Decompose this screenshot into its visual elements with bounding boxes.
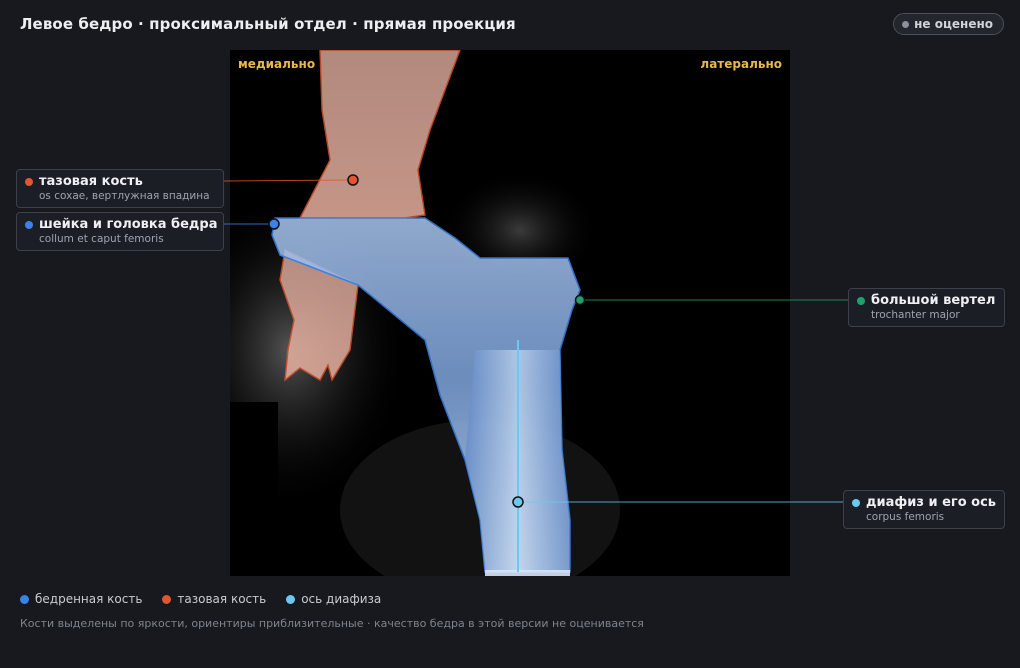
xray-viewer[interactable]: медиально латерально	[230, 50, 790, 576]
footnote: Кости выделены по яркости, ориентиры при…	[20, 617, 644, 630]
legend-label: тазовая кость	[177, 592, 267, 606]
shaft-dot-icon	[852, 499, 860, 507]
page-title: Левое бедро · проксимальный отдел · прям…	[20, 15, 516, 33]
pelvis-dot-icon	[25, 178, 33, 186]
label-trochanter-latin: trochanter major	[871, 309, 960, 321]
label-trochanter-name: большой вертел	[871, 293, 996, 308]
axis-swatch-icon	[286, 594, 296, 604]
pelvis-upper-region	[298, 50, 461, 219]
xray-image	[230, 50, 620, 576]
label-shaft[interactable]: диафиз и его ось corpus femoris	[843, 490, 1005, 529]
status-dot-icon	[902, 20, 910, 28]
label-neck-name: шейка и головка бедра	[39, 217, 218, 232]
label-pelvis-latin: os coxae, вертлужная впадина	[39, 190, 210, 202]
pelvis-swatch-icon	[162, 594, 172, 604]
label-shaft-name: диафиз и его ось	[866, 495, 997, 510]
status-badge: не оценено	[893, 13, 1004, 35]
legend-item-axis: ось диафиза	[286, 592, 381, 606]
legend-item-pelvis: тазовая кость	[162, 592, 266, 606]
label-trochanter[interactable]: большой вертел trochanter major	[848, 288, 1005, 327]
label-pelvis[interactable]: тазовая кость os coxae, вертлужная впади…	[16, 169, 224, 208]
label-neck[interactable]: шейка и головка бедра collum et caput fe…	[16, 212, 224, 251]
neck-dot-icon	[25, 221, 33, 229]
orientation-lateral: латерально	[700, 57, 782, 71]
label-neck-latin: collum et caput femoris	[39, 233, 164, 245]
legend-label: ось диафиза	[301, 592, 382, 606]
label-pelvis-name: тазовая кость	[39, 174, 143, 189]
orientation-medial: медиально	[238, 57, 316, 71]
legend-item-femur: бедренная кость	[20, 592, 142, 606]
femur-swatch-icon	[20, 594, 29, 604]
status-badge-label: не оценено	[914, 17, 993, 31]
legend-label: бедренная кость	[35, 592, 143, 606]
trochanter-dot-icon	[857, 297, 865, 305]
shaft-bottom-edge	[485, 570, 570, 576]
label-shaft-latin: corpus femoris	[866, 511, 945, 523]
dark-corner	[230, 402, 278, 576]
legend: бедренная кость тазовая кость ось диафиз…	[20, 592, 381, 606]
